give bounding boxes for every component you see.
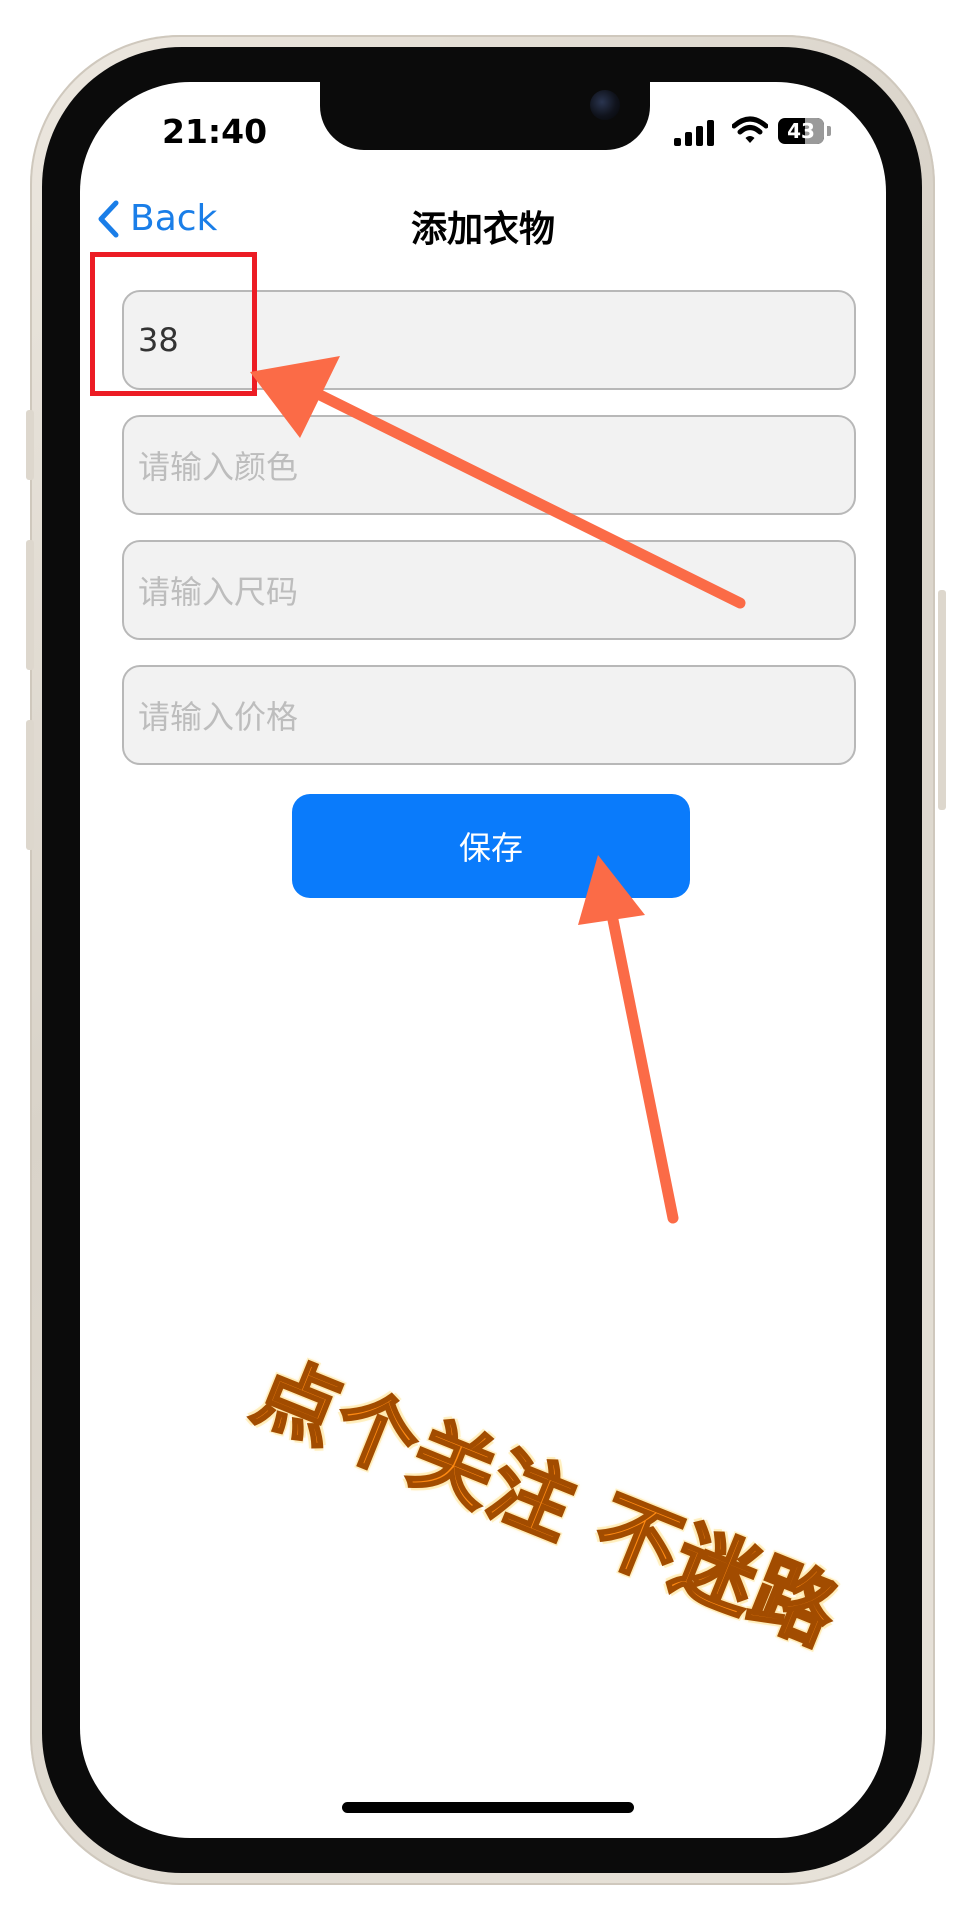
battery-tip [827,126,831,136]
battery-level: 43 [787,119,815,143]
phone-side-button [26,720,34,850]
phone-side-button [26,540,34,670]
save-button[interactable]: 保存 [292,794,690,898]
page-title: 添加衣物 [410,209,555,250]
color-input[interactable]: 请输入颜色 [122,415,856,515]
phone-side-button [26,410,34,480]
battery-icon: 43 [778,118,824,144]
size-placeholder: 请输入尺码 [138,573,299,611]
home-indicator [342,1802,634,1813]
wifi-icon [732,116,768,143]
color-placeholder: 请输入颜色 [138,448,299,486]
status-time: 21:40 [162,112,268,151]
signal-icon [674,118,718,146]
price-input[interactable]: 请输入价格 [122,665,856,765]
price-placeholder: 请输入价格 [138,698,299,736]
size-input[interactable]: 请输入尺码 [122,540,856,640]
save-label: 保存 [458,829,523,867]
phone-side-button [938,590,946,810]
highlight-box [90,252,257,396]
notch [320,82,650,150]
camera-icon [590,90,620,120]
